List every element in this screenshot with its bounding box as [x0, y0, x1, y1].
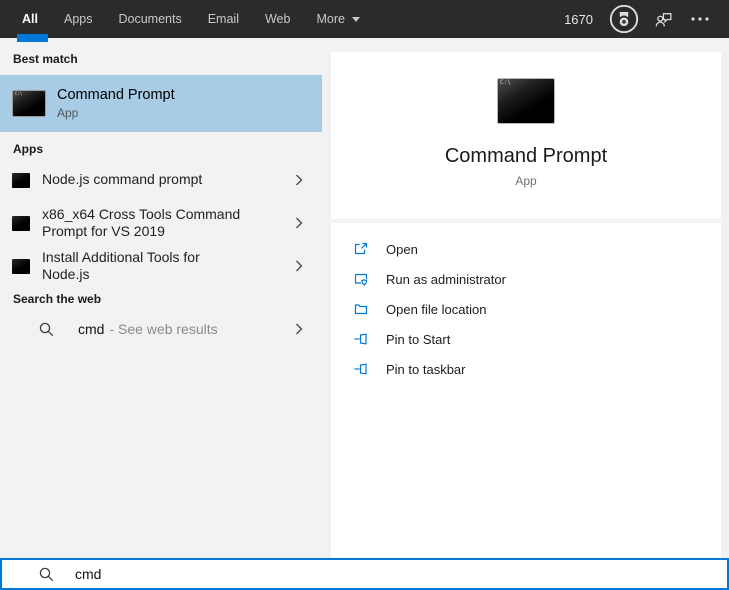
command-prompt-icon-small	[12, 258, 30, 274]
web-search-item[interactable]: cmd - See web results	[0, 312, 322, 346]
pin-icon	[353, 361, 369, 377]
tab-more[interactable]: More	[316, 12, 360, 26]
action-label: Open	[386, 241, 418, 257]
best-match-title: Command Prompt	[57, 87, 175, 103]
open-icon	[353, 241, 369, 257]
tab-email[interactable]: Email	[208, 12, 239, 26]
search-icon	[38, 321, 55, 338]
tab-documents[interactable]: Documents	[118, 12, 181, 26]
command-prompt-icon-glyph: C:\	[500, 79, 511, 86]
section-header-apps: Apps	[13, 142, 43, 156]
action-label: Run as administrator	[386, 271, 506, 287]
chevron-right-icon[interactable]	[295, 174, 303, 187]
more-options-icon[interactable]	[689, 11, 711, 27]
preview-subtitle: App	[515, 174, 537, 188]
tab-apps[interactable]: Apps	[64, 12, 93, 26]
section-header-search-the-web: Search the web	[13, 292, 102, 306]
app-item-label: x86_x64 Cross Tools Command Prompt for V…	[42, 205, 241, 240]
chevron-down-icon	[351, 16, 360, 22]
chevron-right-icon[interactable]	[295, 260, 303, 273]
action-pin-to-start[interactable]: Pin to Start	[331, 324, 721, 354]
app-item-label: Node.js command prompt	[42, 171, 203, 188]
action-pin-to-taskbar[interactable]: Pin to taskbar	[331, 354, 721, 384]
preview-title: Command Prompt	[444, 145, 608, 167]
tab-all[interactable]: All	[22, 12, 38, 26]
web-search-suffix: - See web results	[109, 321, 218, 337]
chevron-right-icon[interactable]	[295, 323, 303, 336]
rewards-medal-icon[interactable]	[608, 3, 640, 35]
app-item-nodejs-command-prompt[interactable]: Node.js command prompt	[0, 162, 322, 198]
action-label: Pin to taskbar	[386, 361, 466, 377]
web-search-query: cmd	[78, 321, 105, 337]
preview-header-card: C:\ Command Prompt App	[331, 52, 721, 219]
best-match-subtitle: App	[57, 106, 79, 120]
command-prompt-icon-glyph: C:\	[15, 91, 23, 96]
preview-actions-card: Open Run as administrator Open file loca…	[331, 223, 721, 558]
search-flyout: All Apps Documents Email Web More 1670 B…	[0, 0, 729, 590]
folder-icon	[353, 301, 369, 317]
app-item-vs-cross-tools[interactable]: x86_x64 Cross Tools Command Prompt for V…	[0, 199, 322, 247]
tab-more-label: More	[316, 12, 345, 26]
search-icon	[38, 566, 55, 583]
topbar-right: 1670	[564, 3, 729, 35]
admin-shield-icon	[353, 271, 369, 287]
tab-web[interactable]: Web	[265, 12, 290, 26]
app-item-install-node-tools[interactable]: Install Additional Tools for Node.js	[0, 247, 322, 285]
action-label: Pin to Start	[386, 331, 451, 347]
topbar: All Apps Documents Email Web More 1670	[0, 0, 729, 38]
best-match-text: Command Prompt App	[57, 87, 175, 120]
command-prompt-icon-small	[12, 172, 30, 188]
rewards-points: 1670	[564, 11, 593, 27]
search-input[interactable]	[75, 566, 727, 582]
pin-icon	[353, 331, 369, 347]
section-header-best-match: Best match	[13, 52, 78, 66]
active-tab-indicator	[17, 34, 48, 42]
command-prompt-icon-small	[12, 215, 30, 231]
action-run-as-administrator[interactable]: Run as administrator	[331, 264, 721, 294]
search-filter-tabs: All Apps Documents Email Web More	[0, 12, 360, 26]
app-item-label: Install Additional Tools for Node.js	[42, 248, 200, 283]
action-label: Open file location	[386, 301, 487, 317]
chevron-right-icon[interactable]	[295, 217, 303, 230]
search-bar	[0, 558, 729, 590]
action-open[interactable]: Open	[331, 234, 721, 264]
command-prompt-icon: C:\	[12, 90, 46, 117]
best-match-item[interactable]: C:\ Command Prompt App	[0, 75, 322, 132]
action-open-file-location[interactable]: Open file location	[331, 294, 721, 324]
feedback-icon[interactable]	[655, 10, 674, 29]
command-prompt-icon-large: C:\	[497, 78, 555, 124]
